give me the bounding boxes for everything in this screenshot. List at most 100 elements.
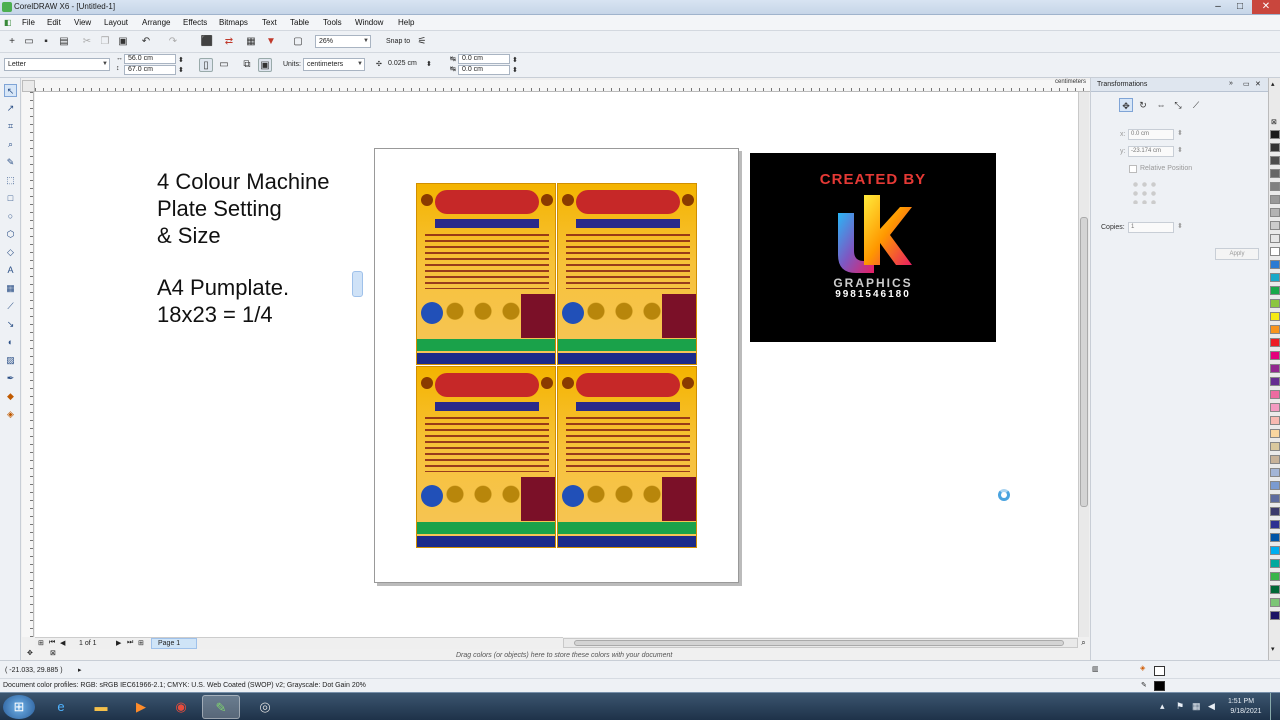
palette-swatch[interactable] <box>1270 611 1280 620</box>
zoom-tool-icon[interactable]: ⌕ <box>4 138 17 151</box>
scale-mirror-tab-icon[interactable]: ⇔ <box>1154 98 1168 112</box>
snap-to-dropdown[interactable]: Snap to <box>386 38 410 45</box>
palette-swatch[interactable] <box>1270 169 1280 178</box>
menu-bitmaps[interactable]: Bitmaps <box>219 18 248 27</box>
chrome-icon[interactable]: ◉ <box>162 695 200 719</box>
palette-swatch[interactable] <box>1270 247 1280 256</box>
menu-help[interactable]: Help <box>398 18 414 27</box>
status-expand-icon[interactable]: ▸ <box>78 666 82 674</box>
polygon-tool-icon[interactable]: ⬡ <box>4 228 17 241</box>
page-tab[interactable]: Page 1 <box>151 638 197 649</box>
coreldraw-app-icon[interactable] <box>2 2 12 12</box>
palette-swatch[interactable] <box>1270 364 1280 373</box>
options-icon[interactable]: ⚟ <box>415 35 429 49</box>
palette-scroll-up-icon[interactable]: ▴ <box>1271 80 1275 88</box>
new-icon[interactable]: + <box>5 35 19 49</box>
horizontal-ruler[interactable] <box>35 80 1090 92</box>
vertical-scroll-thumb[interactable] <box>1080 217 1088 507</box>
palette-swatch[interactable] <box>1270 208 1280 217</box>
skew-tab-icon[interactable]: ⟋ <box>1189 98 1203 112</box>
palette-swatch[interactable] <box>1270 416 1280 425</box>
export-icon[interactable]: ⇄ <box>222 35 236 49</box>
obs-icon[interactable]: ◎ <box>246 695 284 719</box>
doc-icon[interactable]: ◧ <box>4 18 12 27</box>
copies-spinner[interactable]: ⬍ <box>1177 222 1183 230</box>
next-page-icon[interactable]: ▶ <box>116 639 121 647</box>
menu-tools[interactable]: Tools <box>323 18 342 27</box>
palette-swatch[interactable] <box>1270 494 1280 503</box>
media-player-icon[interactable]: ▶ <box>122 695 160 719</box>
last-page-icon[interactable]: ⏭ <box>127 639 133 647</box>
basic-shapes-tool-icon[interactable]: ◇ <box>4 246 17 259</box>
docker-close-icon[interactable]: ✕ <box>1255 80 1261 88</box>
palette-swatch[interactable] <box>1270 442 1280 451</box>
size-tab-icon[interactable]: ⤡ <box>1171 98 1185 112</box>
palette-swatch[interactable] <box>1270 156 1280 165</box>
width-spinner[interactable]: ⬍ <box>178 56 184 64</box>
y-spinner[interactable]: ⬍ <box>1177 146 1183 154</box>
position-tab-icon[interactable]: ✥ <box>1119 98 1133 112</box>
x-spinner[interactable]: ⬍ <box>1177 129 1183 137</box>
clock-date[interactable]: 9/18/2021 <box>1226 708 1266 715</box>
palette-swatch[interactable] <box>1270 481 1280 490</box>
text-cursor-handle[interactable] <box>352 271 363 297</box>
zoom-level-select[interactable]: 26% ▼ <box>315 35 371 48</box>
palette-swatch[interactable] <box>1270 559 1280 568</box>
menu-window[interactable]: Window <box>355 18 383 27</box>
publish-pdf-icon[interactable]: ▼ <box>264 35 278 49</box>
copy-icon[interactable]: ❐ <box>98 35 112 49</box>
palette-swatch[interactable] <box>1270 143 1280 152</box>
all-pages-icon[interactable]: ⧉ <box>240 58 254 72</box>
coreldraw-taskbar-icon[interactable]: ✎ <box>202 695 240 719</box>
table-tool-icon[interactable]: ▦ <box>4 282 17 295</box>
internet-explorer-icon[interactable]: e <box>42 695 80 719</box>
cut-icon[interactable]: ✂ <box>80 35 94 49</box>
palette-swatch[interactable] <box>1270 403 1280 412</box>
undo-icon[interactable]: ↶ <box>139 35 153 49</box>
action-center-icon[interactable]: ⚑ <box>1176 701 1184 712</box>
color-profiles-text[interactable]: Document color profiles: RGB: sRGB IEC61… <box>3 682 366 689</box>
ellipse-tool-icon[interactable]: ○ <box>4 210 17 223</box>
first-page-icon[interactable]: ⏮ <box>49 639 55 647</box>
rotate-tab-icon[interactable]: ↻ <box>1136 98 1150 112</box>
fill-color-swatch[interactable] <box>1154 666 1165 676</box>
prev-page-icon[interactable]: ◀ <box>60 639 65 647</box>
docker-expand-icon[interactable]: » <box>1229 80 1233 87</box>
palette-swatch[interactable] <box>1270 585 1280 594</box>
maximize-button[interactable]: □ <box>1229 0 1251 14</box>
smart-fill-tool-icon[interactable]: ⬚ <box>4 174 17 187</box>
palette-swatch[interactable] <box>1270 182 1280 191</box>
paste-icon[interactable]: ▣ <box>116 35 130 49</box>
palette-swatch[interactable] <box>1270 312 1280 321</box>
palette-swatch[interactable] <box>1270 338 1280 347</box>
connector-tool-icon[interactable]: ↘ <box>4 318 17 331</box>
save-icon[interactable]: ▪ <box>39 35 53 49</box>
no-fill-icon[interactable]: ⊠ <box>50 649 56 657</box>
freehand-tool-icon[interactable]: ✎ <box>4 156 17 169</box>
palette-swatch[interactable] <box>1270 377 1280 386</box>
menu-file[interactable]: File <box>22 18 35 27</box>
shape-tool-icon[interactable]: ↗ <box>4 102 17 115</box>
menu-layout[interactable]: Layout <box>104 18 128 27</box>
page-width-field[interactable]: 56.0 cm <box>124 54 176 64</box>
palette-swatch[interactable] <box>1270 130 1280 139</box>
palette-swatch[interactable] <box>1270 234 1280 243</box>
palette-swatch[interactable] <box>1270 429 1280 438</box>
docker-restore-icon[interactable]: ▭ <box>1243 80 1250 88</box>
minimize-button[interactable]: – <box>1207 0 1229 14</box>
palette-swatch[interactable] <box>1270 598 1280 607</box>
poster-imposition-group[interactable] <box>416 183 697 548</box>
palette-swatch[interactable] <box>1270 351 1280 360</box>
current-page-icon[interactable]: ▣ <box>258 58 272 72</box>
ruler-corner[interactable] <box>22 80 35 92</box>
horizontal-scrollbar[interactable] <box>563 638 1078 648</box>
welcome-screen-icon[interactable]: ▢ <box>291 35 305 49</box>
page-options-icon[interactable]: ⊞ <box>38 639 44 647</box>
redo-icon[interactable]: ↷ <box>166 35 180 49</box>
horizontal-scroll-thumb[interactable] <box>574 640 1064 646</box>
copies-field[interactable]: 1 <box>1128 222 1174 233</box>
y-position-field[interactable]: -23.174 cm <box>1128 146 1174 157</box>
transparency-tool-icon[interactable]: ▨ <box>4 354 17 367</box>
palette-swatch[interactable] <box>1270 260 1280 269</box>
palette-scroll-down-icon[interactable]: ▾ <box>1271 645 1275 653</box>
